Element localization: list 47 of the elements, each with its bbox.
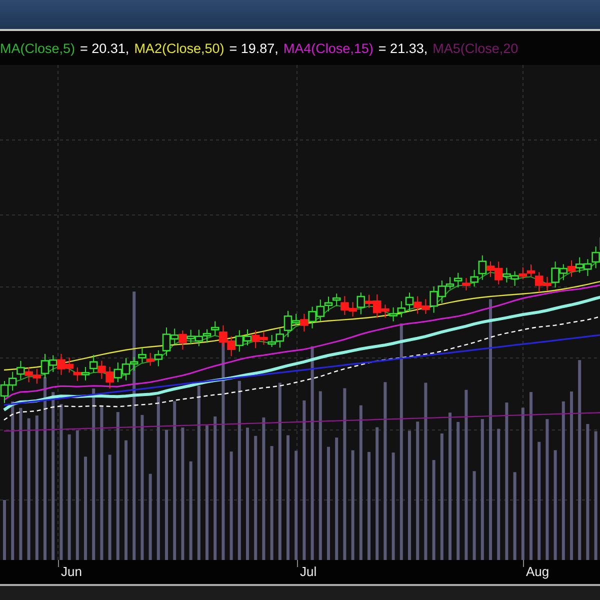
candlestick — [389, 306, 398, 322]
legend-value: = 21.33, — [378, 40, 428, 56]
candlestick — [462, 277, 470, 291]
legend-label: MA2(Close,50) — [134, 40, 224, 56]
month-label: Jul — [300, 564, 317, 579]
candlestick — [8, 371, 17, 392]
legend-value: = 20.31, — [80, 40, 130, 56]
candlestick — [308, 306, 316, 329]
candlestick — [138, 347, 146, 364]
candlestick — [454, 272, 462, 288]
candlestick — [57, 353, 66, 376]
legend-label: MA5(Close,20 — [432, 40, 518, 56]
candlestick — [340, 296, 349, 316]
candlestick — [106, 366, 114, 390]
candlestick — [81, 366, 90, 381]
candlestick — [575, 256, 584, 274]
candlestick — [89, 354, 98, 373]
candlestick — [567, 260, 576, 278]
legend-value: = 19.87, — [229, 40, 278, 56]
candlestick — [260, 331, 268, 346]
month-label: Jun — [61, 564, 82, 579]
candlestick — [202, 328, 212, 344]
candlestick — [251, 330, 260, 349]
candlestick — [332, 293, 341, 307]
candlestick — [397, 300, 406, 318]
candlestick — [146, 352, 154, 366]
candlestick — [16, 360, 25, 380]
candlestick — [235, 330, 244, 352]
candlestick — [405, 292, 414, 312]
candlestick — [194, 329, 204, 347]
candlestick — [584, 258, 592, 277]
volume-bar — [3, 500, 6, 560]
candlestick — [65, 357, 74, 374]
candlestick — [518, 266, 528, 280]
candlestick — [98, 360, 106, 380]
candlestick — [114, 362, 122, 383]
candlestick — [178, 330, 187, 350]
candlestick — [186, 329, 195, 345]
legend-label: MA4(Close,15) — [283, 40, 374, 56]
candlestick — [413, 296, 422, 314]
legend-label: MA(Close,5) — [0, 40, 76, 56]
candlestick — [243, 328, 252, 346]
candlestick — [227, 336, 236, 357]
candlestick — [73, 366, 82, 382]
month-label: Aug — [526, 564, 550, 579]
candlestick — [510, 270, 519, 286]
candlestick — [24, 367, 33, 383]
